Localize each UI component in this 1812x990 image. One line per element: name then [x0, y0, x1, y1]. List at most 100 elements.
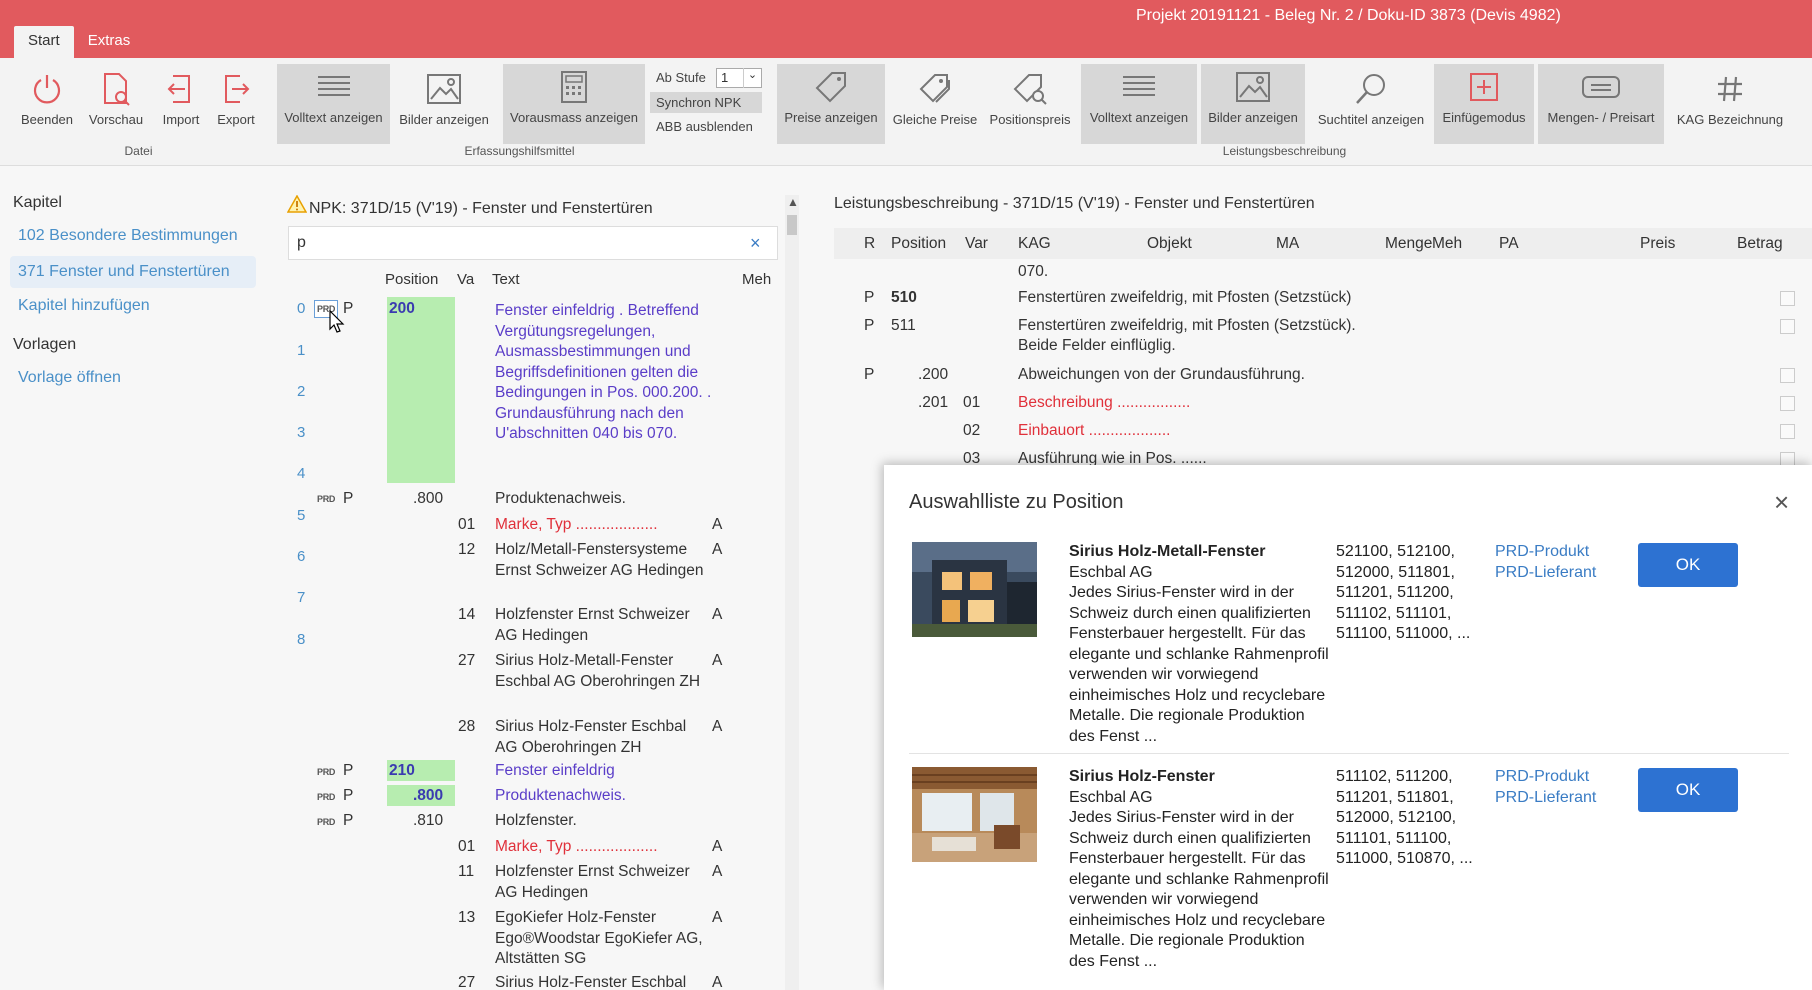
position-800[interactable]: .800 — [413, 489, 443, 510]
lb-position[interactable]: 510 — [891, 288, 917, 308]
position-highlight — [387, 297, 455, 483]
variant-meh: A — [712, 909, 723, 926]
row-checkbox[interactable] — [1780, 368, 1795, 383]
variant-text[interactable]: Sirius Holz-Fenster Eschbal AG Oberohrin… — [495, 717, 705, 758]
p-marker: P — [343, 762, 354, 779]
lb-position[interactable]: 511 — [891, 316, 916, 336]
col-ma[interactable]: MA — [1276, 235, 1299, 253]
price-tag-icon — [777, 64, 885, 110]
sidebar-item-102[interactable]: 102 Besondere Bestimmungen — [10, 220, 256, 252]
npk-scrollbar[interactable]: ▲ — [785, 195, 799, 990]
prd-produkt-link[interactable]: PRD-Produkt — [1495, 767, 1596, 788]
volltext-anzeigen-2-button[interactable]: Volltext anzeigen — [1081, 64, 1197, 144]
beenden-button[interactable]: Beenden — [16, 66, 78, 144]
position-210-text[interactable]: Fenster einfeldrig — [495, 761, 615, 782]
col-meh[interactable]: Meh — [742, 271, 771, 288]
row-checkbox[interactable] — [1780, 424, 1795, 439]
col-var[interactable]: Var — [965, 235, 988, 253]
product-image[interactable] — [912, 542, 1037, 637]
col-objekt[interactable]: Objekt — [1147, 235, 1192, 253]
npk-search-input[interactable]: p — [288, 226, 778, 260]
prd-badge: PRD — [317, 494, 336, 504]
lb-position[interactable]: .200 — [918, 365, 948, 385]
row-number: 8 — [297, 631, 306, 648]
sidebar-item-kapitel-hinzufuegen[interactable]: Kapitel hinzufügen — [10, 290, 256, 322]
clear-search-icon[interactable]: × — [750, 233, 761, 254]
position-810-text[interactable]: Holzfenster. — [495, 811, 577, 832]
lb-var: 01 — [963, 394, 981, 411]
col-preis[interactable]: Preis — [1640, 235, 1675, 253]
col-va[interactable]: Va — [457, 271, 474, 288]
auswahlliste-dialog: Auswahlliste zu Position × Sirius Holz-M… — [884, 465, 1812, 990]
prd-lieferant-link[interactable]: PRD-Lieferant — [1495, 788, 1596, 809]
vorausmass-anzeigen-button[interactable]: Vorausmass anzeigen — [503, 64, 645, 144]
col-meh[interactable]: Meh — [1432, 235, 1462, 253]
lb-text[interactable]: Fenstertüren zweifeldrig, mit Pfosten (S… — [1018, 316, 1398, 356]
sidebar-item-vorlage-oeffnen[interactable]: Vorlage öffnen — [10, 362, 256, 394]
scroll-thumb[interactable] — [787, 215, 797, 235]
close-icon[interactable]: × — [1774, 487, 1789, 518]
synchron-npk-toggle[interactable]: Synchron NPK — [650, 92, 762, 113]
ab-stufe-select[interactable]: 1 ⌄ — [716, 68, 762, 88]
variant-number: 01 — [458, 516, 476, 533]
prd-lieferant-link[interactable]: PRD-Lieferant — [1495, 563, 1596, 584]
vorschau-button[interactable]: Vorschau — [85, 66, 147, 144]
lb-text[interactable]: Abweichungen von der Grundausführung. — [1018, 365, 1305, 385]
prd-produkt-link[interactable]: PRD-Produkt — [1495, 542, 1596, 563]
abb-ausblenden-toggle[interactable]: ABB ausblenden — [656, 119, 753, 134]
variant-text[interactable]: Sirius Holz-Fenster Eschbal — [495, 973, 705, 990]
position-200-text[interactable]: Fenster einfeldrig . Betreffend Vergütun… — [495, 301, 720, 445]
tab-extras[interactable]: Extras — [74, 26, 145, 58]
bilder-anzeigen-button[interactable]: Bilder anzeigen — [394, 66, 494, 144]
kag-bezeichnung-button[interactable]: KAG Bezeichnung — [1668, 66, 1792, 144]
lb-position[interactable]: .201 — [918, 393, 948, 413]
product-image[interactable] — [912, 767, 1037, 862]
variant-text[interactable]: Sirius Holz-Metall-Fenster Eschbal AG Ob… — [495, 651, 705, 692]
position-810[interactable]: .810 — [413, 811, 443, 832]
scroll-up-icon[interactable]: ▲ — [787, 195, 799, 209]
lb-text[interactable]: Beschreibung ................. — [1018, 393, 1190, 413]
variant-meh: A — [712, 541, 723, 558]
position-200[interactable]: 200 — [389, 299, 415, 320]
position-210-800[interactable]: .800 — [413, 786, 443, 807]
variant-text[interactable]: EgoKiefer Holz-Fenster Ego®Woodstar EgoK… — [495, 908, 705, 970]
lb-text[interactable]: Fenstertüren zweifeldrig, mit Pfosten (S… — [1018, 288, 1351, 308]
row-checkbox[interactable] — [1780, 396, 1795, 411]
col-position[interactable]: Position — [891, 235, 946, 253]
einfuegemodus-button[interactable]: Einfügemodus — [1434, 64, 1534, 144]
volltext-anzeigen-button[interactable]: Volltext anzeigen — [277, 64, 390, 144]
row-checkbox[interactable] — [1780, 291, 1795, 306]
variant-text[interactable]: Holzfenster Ernst Schweizer AG Hedingen — [495, 605, 705, 646]
mengen-preisart-button[interactable]: Mengen- / Preisart — [1538, 64, 1664, 144]
suchtitel-anzeigen-button[interactable]: Suchtitel anzeigen — [1309, 66, 1433, 144]
col-text[interactable]: Text — [492, 271, 520, 288]
col-r[interactable]: R — [864, 235, 875, 253]
variant-number: 12 — [458, 541, 476, 558]
export-button[interactable]: Export — [208, 66, 264, 144]
row-checkbox[interactable] — [1780, 319, 1795, 334]
variant-text[interactable]: Marke, Typ ................... — [495, 837, 658, 858]
bilder-anzeigen-2-button[interactable]: Bilder anzeigen — [1201, 64, 1305, 144]
position-800-text[interactable]: Produktenachweis. — [495, 489, 626, 510]
col-pa[interactable]: PA — [1499, 235, 1519, 253]
variant-text[interactable]: Holz/Metall-Fenstersysteme Ernst Schweiz… — [495, 540, 715, 581]
tab-start[interactable]: Start — [14, 26, 74, 58]
positionspreis-button[interactable]: Positionspreis — [985, 66, 1075, 144]
import-button[interactable]: Import — [153, 66, 209, 144]
col-kag[interactable]: KAG — [1018, 235, 1051, 253]
ok-button[interactable]: OK — [1638, 543, 1738, 587]
variant-text[interactable]: Holzfenster Ernst Schweizer AG Hedingen — [495, 862, 705, 903]
position-210-800-text[interactable]: Produktenachweis. — [495, 786, 626, 807]
gleiche-preise-button[interactable]: Gleiche Preise — [889, 66, 981, 144]
preise-anzeigen-button[interactable]: Preise anzeigen — [777, 64, 885, 144]
ok-button[interactable]: OK — [1638, 768, 1738, 812]
lb-text[interactable]: Einbauort ................... — [1018, 421, 1170, 441]
npk-title: NPK: 371D/15 (V'19) - Fenster und Fenste… — [286, 194, 653, 218]
position-210[interactable]: 210 — [389, 761, 415, 782]
sidebar-item-371[interactable]: 371 Fenster und Fenstertüren — [10, 256, 256, 288]
variant-text[interactable]: Marke, Typ ................... — [495, 515, 658, 536]
group-label-leistung: Leistungsbeschreibung — [1222, 144, 1347, 158]
col-betrag[interactable]: Betrag — [1737, 235, 1783, 253]
col-position[interactable]: Position — [385, 271, 438, 288]
col-menge[interactable]: Menge — [1385, 235, 1432, 253]
